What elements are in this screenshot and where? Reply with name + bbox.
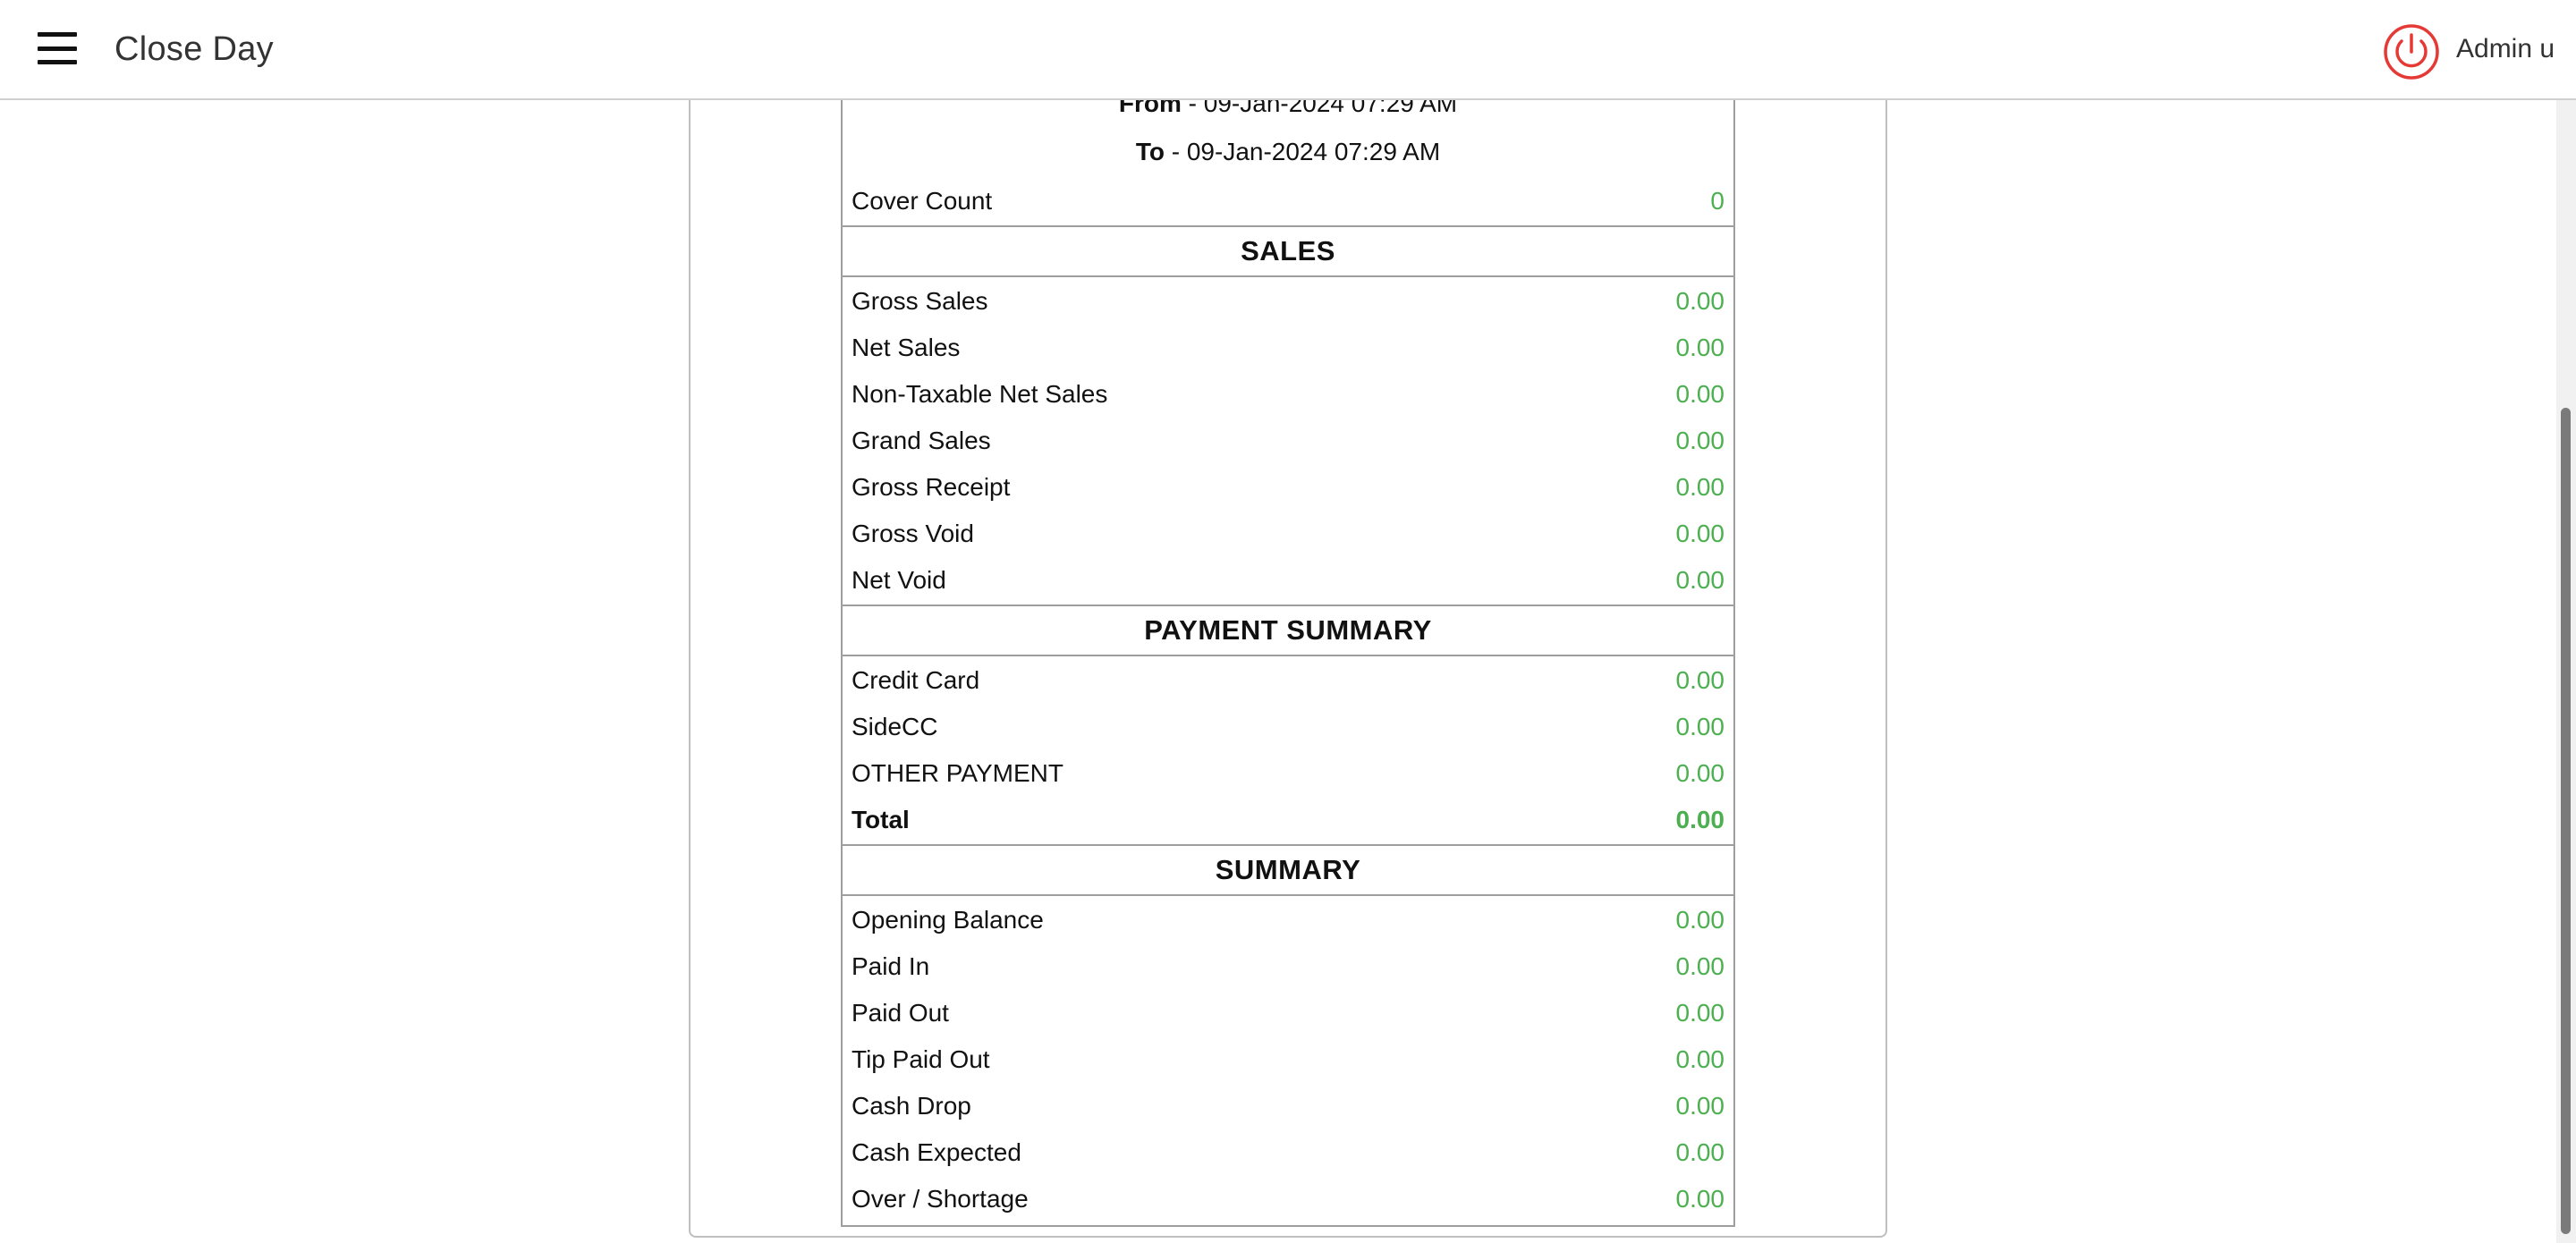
row-value: 0.00 xyxy=(1675,666,1725,694)
payment-total-row: Total 0.00 xyxy=(852,798,1724,842)
sales-row: Net Void 0.00 xyxy=(852,558,1724,603)
row-value: 0.00 xyxy=(1675,566,1725,594)
row-label: Gross Receipt xyxy=(852,473,1011,501)
close-day-report: From - 09-Jan-2024 07:29 AM To - 09-Jan-… xyxy=(841,54,1735,1227)
row-value: 0.00 xyxy=(1675,1092,1725,1120)
to-value: - 09-Jan-2024 07:29 AM xyxy=(1164,138,1441,165)
row-label: Total xyxy=(852,806,910,833)
row-label: Gross Sales xyxy=(852,287,988,315)
row-value: 0.00 xyxy=(1675,380,1725,408)
scrollbar-thumb[interactable] xyxy=(2561,408,2571,1234)
payment-row: Credit Card 0.00 xyxy=(852,658,1724,703)
summary-row: Opening Balance 0.00 xyxy=(852,898,1724,943)
cover-count-row: Cover Count 0 xyxy=(852,179,1724,224)
row-label: Paid In xyxy=(852,952,930,980)
row-value: 0.00 xyxy=(1675,713,1725,740)
sales-row: Gross Sales 0.00 xyxy=(852,279,1724,324)
payment-row: OTHER PAYMENT 0.00 xyxy=(852,751,1724,796)
row-value: 0 xyxy=(1710,187,1724,215)
row-label: Gross Void xyxy=(852,520,974,547)
sales-row: Net Sales 0.00 xyxy=(852,326,1724,370)
hamburger-menu-icon[interactable] xyxy=(36,27,79,70)
row-label: Grand Sales xyxy=(852,427,991,454)
row-value: 0.00 xyxy=(1675,906,1725,934)
section-heading-payment-summary: PAYMENT SUMMARY xyxy=(843,605,1733,656)
row-value: 0.00 xyxy=(1675,287,1725,315)
row-label: Net Sales xyxy=(852,334,961,361)
row-label: Paid Out xyxy=(852,999,949,1027)
sales-row: Non-Taxable Net Sales 0.00 xyxy=(852,372,1724,417)
payment-row: SideCC 0.00 xyxy=(852,705,1724,749)
summary-row: Cash Expected 0.00 xyxy=(852,1130,1724,1175)
user-name[interactable]: Admin u xyxy=(2456,34,2555,64)
row-value: 0.00 xyxy=(1675,427,1725,454)
row-value: 0.00 xyxy=(1675,1185,1725,1213)
summary-row: Paid Out 0.00 xyxy=(852,991,1724,1036)
row-label: Tip Paid Out xyxy=(852,1045,990,1073)
row-value: 0.00 xyxy=(1675,1045,1725,1073)
row-value: 0.00 xyxy=(1675,999,1725,1027)
row-label: OTHER PAYMENT xyxy=(852,759,1063,787)
row-label: Net Void xyxy=(852,566,946,594)
summary-row: Over / Shortage 0.00 xyxy=(852,1177,1724,1222)
row-label: Opening Balance xyxy=(852,906,1044,934)
power-icon[interactable] xyxy=(2383,23,2440,80)
row-label: Non-Taxable Net Sales xyxy=(852,380,1108,408)
row-value: 0.00 xyxy=(1675,1138,1725,1166)
summary-row: Cash Drop 0.00 xyxy=(852,1084,1724,1129)
row-value: 0.00 xyxy=(1675,334,1725,361)
row-value: 0.00 xyxy=(1675,520,1725,547)
row-value: 0.00 xyxy=(1675,759,1725,787)
sales-row: Grand Sales 0.00 xyxy=(852,419,1724,463)
row-label: Cash Drop xyxy=(852,1092,971,1120)
section-heading-sales: SALES xyxy=(843,225,1733,277)
row-label: Credit Card xyxy=(852,666,980,694)
section-heading-summary: SUMMARY xyxy=(843,844,1733,896)
sales-row: Gross Void 0.00 xyxy=(852,512,1724,556)
row-label: SideCC xyxy=(852,713,938,740)
row-label: Cash Expected xyxy=(852,1138,1021,1166)
to-line: To - 09-Jan-2024 07:29 AM xyxy=(843,138,1733,166)
row-label: Cover Count xyxy=(852,187,993,215)
row-value: 0.00 xyxy=(1675,952,1725,980)
summary-row: Tip Paid Out 0.00 xyxy=(852,1037,1724,1082)
row-value: 0.00 xyxy=(1675,806,1725,833)
page-title: Close Day xyxy=(114,30,274,68)
row-value: 0.00 xyxy=(1675,473,1725,501)
sales-row: Gross Receipt 0.00 xyxy=(852,465,1724,510)
top-app-bar: Close Day Admin u xyxy=(0,0,2576,100)
summary-row: Paid In 0.00 xyxy=(852,944,1724,989)
to-label: To xyxy=(1135,138,1165,165)
row-label: Over / Shortage xyxy=(852,1185,1029,1213)
